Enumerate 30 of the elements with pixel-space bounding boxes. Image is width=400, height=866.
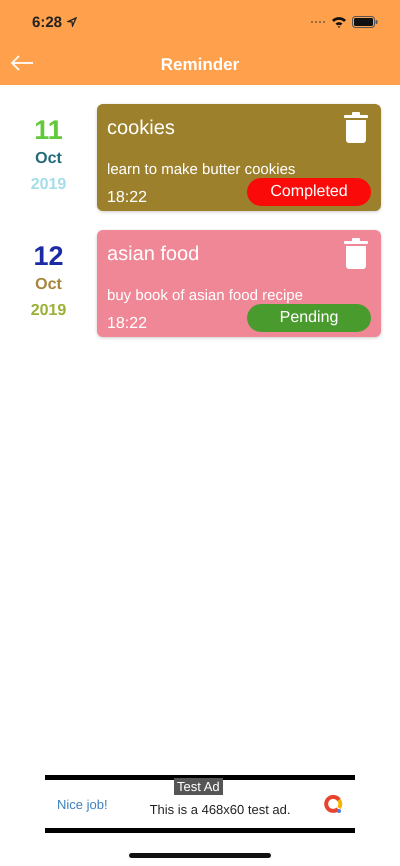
trash-icon[interactable] xyxy=(344,238,368,269)
reminder-title: asian food xyxy=(107,243,200,266)
reminder-note: buy book of asian food recipe xyxy=(107,287,304,304)
date-year: 2019 xyxy=(30,175,66,195)
reminder-title: cookies xyxy=(107,117,175,140)
ad-banner[interactable]: Test Ad Nice job! This is a 468x60 test ad. xyxy=(45,775,355,833)
date-day: 11 xyxy=(34,114,63,146)
back-button[interactable] xyxy=(8,53,36,73)
reminder-time: 18:22 xyxy=(107,315,148,333)
date-year: 2019 xyxy=(30,301,66,321)
ad-headline: Nice job! xyxy=(57,796,108,812)
reminder-note: learn to make butter cookies xyxy=(107,161,296,178)
date-day: 12 xyxy=(33,240,64,272)
battery-icon xyxy=(352,16,378,28)
screen-title: Reminder xyxy=(160,54,240,74)
ad-label: Test Ad xyxy=(174,778,223,795)
date-month: Oct xyxy=(35,149,62,169)
reminder-time: 18:22 xyxy=(107,189,148,207)
status-time: 6:28 xyxy=(32,14,62,30)
wifi-icon xyxy=(331,16,347,28)
location-arrow-icon xyxy=(67,17,78,27)
trash-icon[interactable] xyxy=(344,112,368,143)
signal-icon xyxy=(310,20,326,24)
status-badge: Pending xyxy=(247,304,371,332)
ad-text: This is a 468x60 test ad. xyxy=(150,802,290,816)
ad-logo-icon xyxy=(323,794,343,814)
reminder-card[interactable]: asian food buy book of asian food recipe 18:22 Pending xyxy=(97,230,381,337)
status-badge: Completed xyxy=(247,178,371,206)
date-month: Oct xyxy=(35,275,62,295)
reminder-card[interactable]: cookies learn to make butter cookies 18:22 Completed xyxy=(97,104,381,211)
